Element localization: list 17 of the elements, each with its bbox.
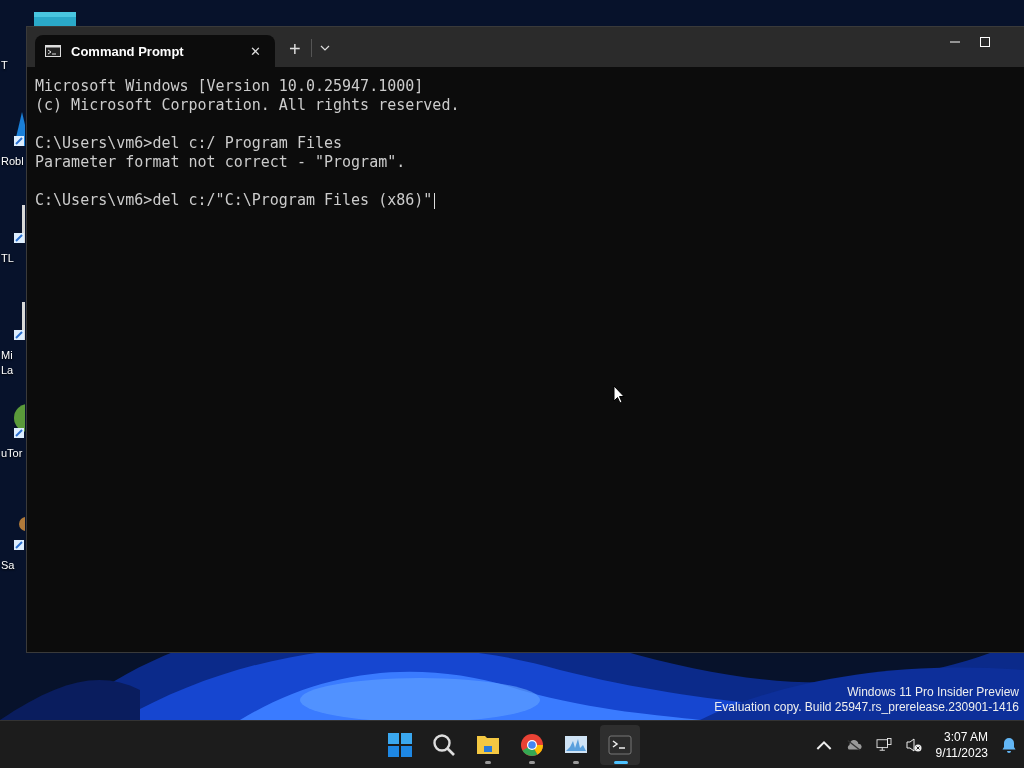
close-tab-button[interactable]: ✕ bbox=[246, 41, 265, 61]
icon-label: Robl bbox=[1, 154, 25, 169]
icon-label: T bbox=[1, 58, 9, 73]
edition-text: Evaluation copy. Build 25947.rs_prerelease.230901-1416 bbox=[714, 700, 1019, 715]
console-line: Microsoft Windows [Version 10.0.25947.1000] bbox=[35, 77, 424, 96]
console-line: Parameter format not correct - "Program". bbox=[35, 153, 406, 172]
tab[interactable]: Command Prompt ✕ bbox=[35, 35, 275, 67]
console-line: C:\Users\vm6>del c:/ Program Files bbox=[35, 134, 343, 153]
icon-label: TL bbox=[1, 251, 15, 266]
console-line: (c) Microsoft Corporation. All rights reserved. bbox=[35, 96, 460, 115]
console-line: C:\Users\vm6>del c:/"C:\Program Files (x86)" bbox=[35, 191, 433, 210]
new-tab-button[interactable]: + bbox=[285, 39, 305, 59]
icon-label: uTor bbox=[1, 446, 24, 461]
edition-text: Windows 11 Pro Insider Preview bbox=[847, 685, 1019, 700]
icon-label: Sa bbox=[1, 558, 16, 573]
icon-label: Mi La bbox=[1, 348, 15, 378]
clock[interactable]: 3:07 AM 9/11/2023 bbox=[935, 728, 988, 761]
